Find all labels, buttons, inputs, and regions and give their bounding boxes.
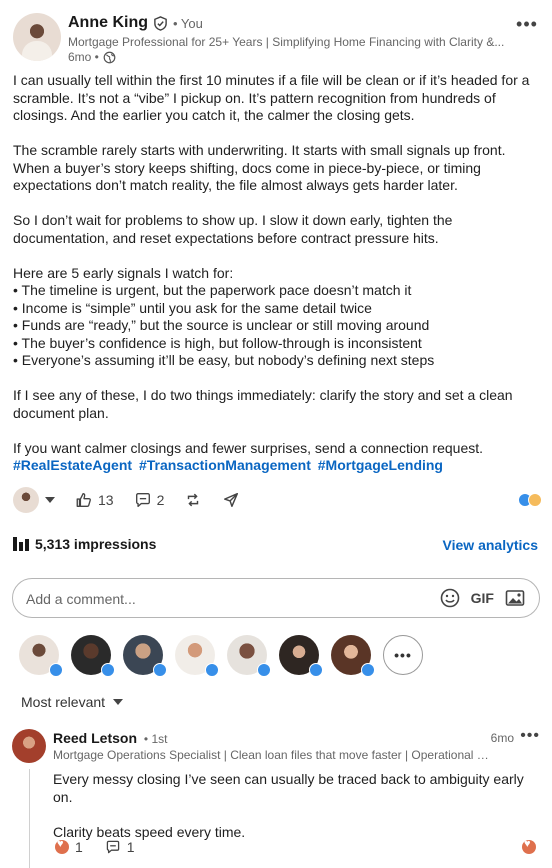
like-badge-icon xyxy=(257,663,271,677)
author-line: Anne King • You xyxy=(68,14,203,32)
commenter-degree: • 1st xyxy=(143,732,168,746)
chevron-down-icon[interactable] xyxy=(45,497,55,503)
post-bullet: • Funds are “ready,” but the source is u… xyxy=(13,317,430,333)
image-icon[interactable] xyxy=(504,587,526,609)
post-bullet: • Everyone’s assuming it’ll be easy, but… xyxy=(13,352,435,368)
comment-time: 6mo xyxy=(490,731,514,745)
reactor-avatar[interactable] xyxy=(331,635,375,677)
author-name[interactable]: Anne King xyxy=(68,14,148,32)
author-headline: Mortgage Professional for 25+ Years | Si… xyxy=(68,35,505,49)
comment-reply-count: 1 xyxy=(126,839,135,855)
commenter-avatar[interactable] xyxy=(12,729,46,763)
comment-actions: 1 1 xyxy=(55,838,135,855)
send-button[interactable] xyxy=(222,491,240,509)
verified-shield-icon xyxy=(154,15,167,31)
comment-more-menu-icon[interactable]: ••• xyxy=(520,727,540,745)
chevron-down-icon xyxy=(113,699,124,705)
comment-count: 2 xyxy=(156,492,165,508)
love-reaction-icon xyxy=(55,838,69,854)
reply-bubble-icon xyxy=(106,840,120,854)
comment-tools: GIF xyxy=(439,587,526,609)
emoji-icon[interactable] xyxy=(439,587,461,609)
reactor-avatar[interactable] xyxy=(227,635,271,677)
repost-button[interactable] xyxy=(184,491,202,509)
reactor-avatar[interactable] xyxy=(71,635,115,677)
commenter-name[interactable]: Reed Letson xyxy=(53,730,137,746)
impressions-count: 5,313 impressions xyxy=(35,536,157,552)
post-body: I can usually tell within the first 10 m… xyxy=(13,72,543,475)
insightful-reaction-icon xyxy=(528,493,542,507)
sort-label: Most relevant xyxy=(21,694,106,710)
hashtag-link[interactable]: #MortgageLending xyxy=(318,457,443,473)
hashtag-link[interactable]: #RealEstateAgent xyxy=(13,457,132,473)
post-bullet: • Income is “simple” until you ask for t… xyxy=(13,299,372,316)
reactor-avatar[interactable] xyxy=(123,635,167,677)
hashtags: #RealEstateAgent #TransactionManagement … xyxy=(13,457,446,473)
post-list-intro: Here are 5 early signals I watch for: xyxy=(13,264,234,281)
comment-button[interactable]: 2 xyxy=(134,491,165,509)
comment-sort-dropdown[interactable]: Most relevant xyxy=(21,694,124,710)
post-bullet: • The buyer’s confidence is high, but fo… xyxy=(13,334,422,351)
repost-icon xyxy=(188,493,199,507)
post-bullet: • The timeline is urgent, but the paperw… xyxy=(13,282,412,298)
comment-bubble-icon xyxy=(135,493,150,507)
hashtag-link[interactable]: #TransactionManagement xyxy=(139,457,311,473)
like-badge-icon xyxy=(153,663,167,677)
thread-line xyxy=(29,769,30,868)
post-closing-2: If you want calmer closings and fewer su… xyxy=(13,439,484,456)
globe-icon xyxy=(103,51,116,63)
post-paragraph-1: I can usually tell within the first 10 m… xyxy=(13,72,530,123)
gif-button[interactable]: GIF xyxy=(471,590,494,606)
post-time: 6mo • xyxy=(68,50,99,64)
like-badge-icon xyxy=(49,663,63,677)
like-count: 13 xyxy=(98,492,114,508)
comment-reactions[interactable]: 1 xyxy=(55,838,83,855)
comment-replies[interactable]: 1 xyxy=(105,839,135,855)
post-paragraph-3: So I don’t wait for problems to show up.… xyxy=(13,212,453,246)
commenter-headline: Mortgage Operations Specialist | Clean l… xyxy=(53,748,493,762)
commenter-name-line: Reed Letson • 1st xyxy=(53,730,167,746)
post-list: Here are 5 early signals I watch for: • … xyxy=(13,265,543,370)
like-badge-icon xyxy=(309,663,323,677)
like-badge-icon xyxy=(361,663,375,677)
reactor-avatar[interactable] xyxy=(19,635,63,677)
reactor-avatar[interactable] xyxy=(279,635,323,677)
send-icon xyxy=(224,492,239,508)
post-closing: If you want calmer closings and fewer su… xyxy=(13,440,543,475)
social-action-bar: 13 2 xyxy=(13,486,542,514)
post-more-menu-icon[interactable]: ••• xyxy=(516,14,538,34)
post-header: Anne King • You Mortgage Professional fo… xyxy=(13,13,542,64)
comment-input[interactable]: Add a comment... GIF xyxy=(12,578,540,618)
thumbs-up-icon xyxy=(76,493,91,507)
reactor-avatars: ••• xyxy=(19,635,423,677)
bar-chart-icon xyxy=(13,537,29,551)
reaction-badges[interactable] xyxy=(518,493,542,507)
post-paragraph-2: The scramble rarely starts with underwri… xyxy=(13,142,506,193)
view-analytics-link[interactable]: View analytics xyxy=(443,537,538,553)
author-degree: • You xyxy=(173,15,203,31)
like-badge-icon xyxy=(205,663,219,677)
comment-text-1: Every messy closing I’ve seen can usuall… xyxy=(53,771,524,805)
like-badge-icon xyxy=(101,663,115,677)
comment-placeholder: Add a comment... xyxy=(26,591,136,607)
more-reactors-button[interactable]: ••• xyxy=(383,635,423,675)
post-closing-1: If I see any of these, I do two things i… xyxy=(13,387,513,421)
reactor-avatar[interactable] xyxy=(175,635,219,677)
post-timestamp: 6mo • xyxy=(68,50,116,64)
comment-react-button[interactable] xyxy=(522,838,536,854)
comment-reaction-count: 1 xyxy=(75,839,83,855)
author-avatar[interactable] xyxy=(13,13,61,61)
love-reaction-icon xyxy=(522,838,536,854)
react-as-avatar[interactable] xyxy=(13,487,39,513)
impressions: 5,313 impressions xyxy=(13,536,156,552)
like-button[interactable]: 13 xyxy=(75,491,114,509)
